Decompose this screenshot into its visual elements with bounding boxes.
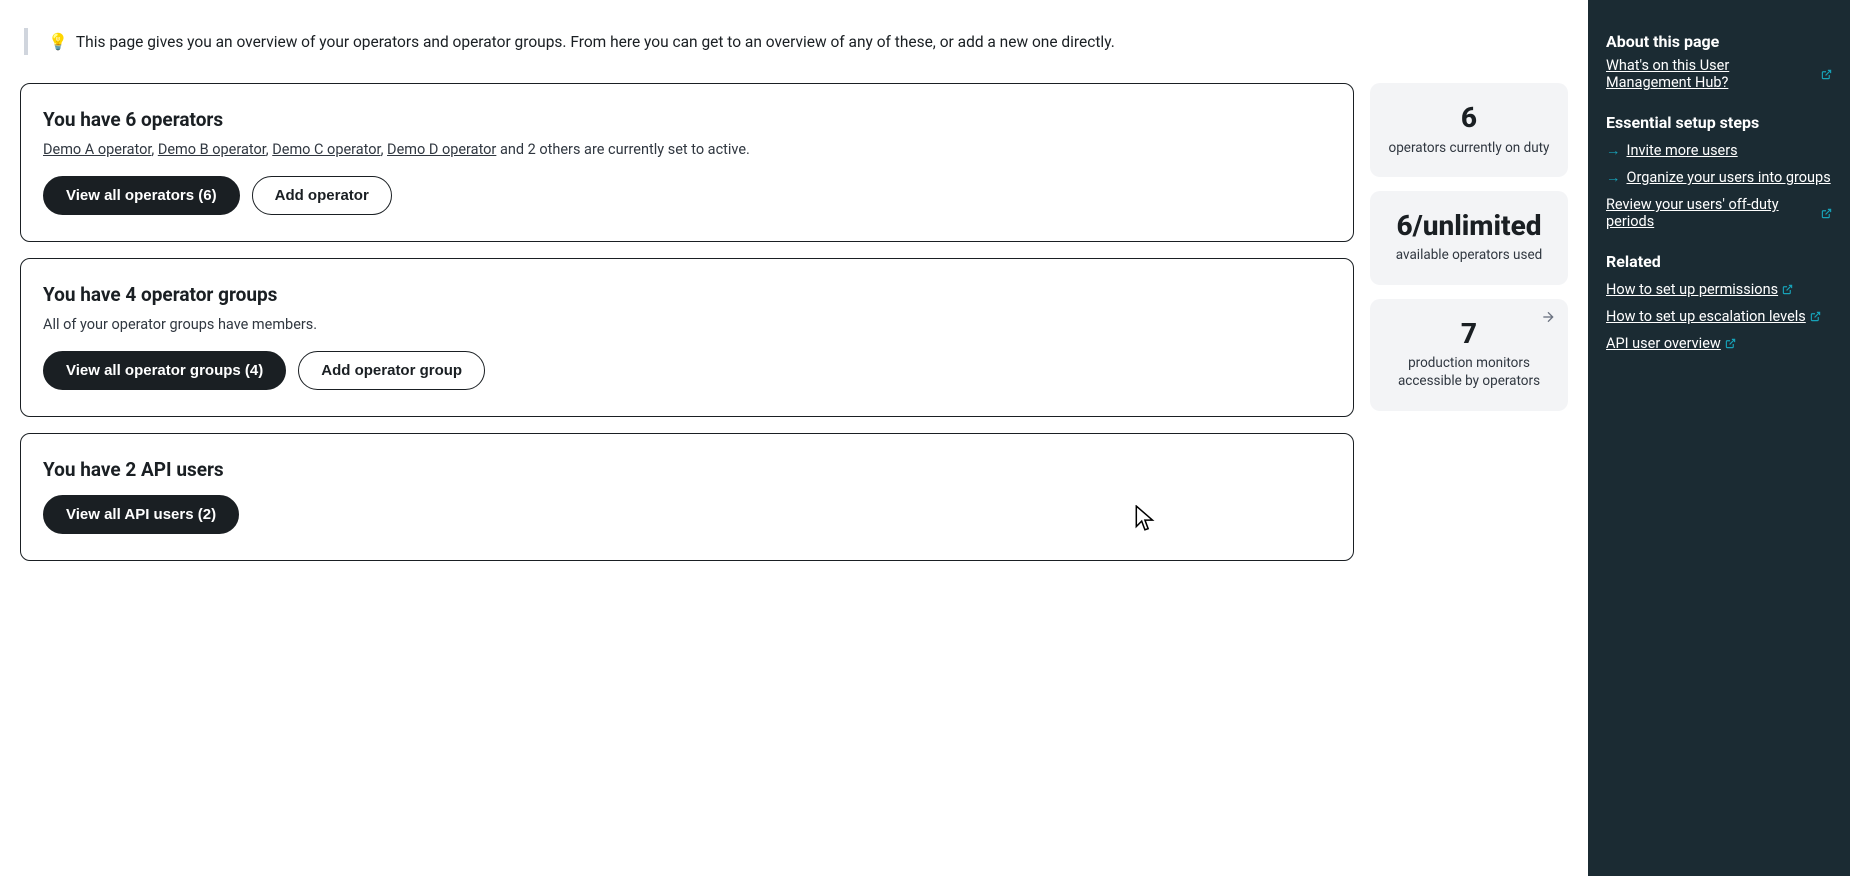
api-heading: You have 2 API users: [43, 458, 1331, 481]
external-link-icon: [1810, 311, 1821, 322]
stat-available-value: 6/unlimited: [1380, 209, 1558, 243]
related-api-overview-link[interactable]: API user overview: [1606, 335, 1736, 352]
operators-card: You have 6 operators Demo A operator, De…: [20, 83, 1354, 242]
help-sidebar: About this page What's on this User Mana…: [1588, 0, 1850, 876]
api-users-card: You have 2 API users View all API users …: [20, 433, 1354, 561]
step-organize-link[interactable]: Organize your users into groups: [1627, 169, 1831, 186]
stat-monitors-value: 7: [1380, 317, 1558, 351]
info-tip: 💡 This page gives you an overview of you…: [24, 28, 1568, 55]
groups-heading: You have 4 operator groups: [43, 283, 1331, 306]
about-link[interactable]: What's on this User Management Hub?: [1606, 57, 1832, 91]
related-permissions-link[interactable]: How to set up permissions: [1606, 281, 1793, 298]
step-offduty-link[interactable]: Review your users' off-duty periods: [1606, 196, 1832, 230]
arrow-right-icon: [1540, 309, 1556, 329]
step-invite-link[interactable]: Invite more users: [1627, 142, 1738, 159]
view-all-operators-button[interactable]: View all operators (6): [43, 176, 240, 215]
external-link-icon: [1821, 208, 1832, 219]
view-all-api-users-button[interactable]: View all API users (2): [43, 495, 239, 534]
operators-heading: You have 6 operators: [43, 108, 1331, 131]
stat-monitors[interactable]: 7 production monitors accessible by oper…: [1370, 299, 1568, 411]
operators-trailing: and 2 others are currently set to active…: [496, 141, 750, 158]
operator-link-a[interactable]: Demo A operator: [43, 141, 151, 158]
stat-on-duty-label: operators currently on duty: [1380, 139, 1558, 157]
operator-link-b[interactable]: Demo B operator: [158, 141, 266, 158]
operator-link-d[interactable]: Demo D operator: [387, 141, 496, 158]
related-escalation-link[interactable]: How to set up escalation levels: [1606, 308, 1821, 325]
stat-on-duty[interactable]: 6 operators currently on duty: [1370, 83, 1568, 177]
stat-on-duty-value: 6: [1380, 101, 1558, 135]
external-link-icon: [1725, 338, 1736, 349]
add-group-button[interactable]: Add operator group: [298, 351, 485, 390]
stat-monitors-label: production monitors accessible by operat…: [1380, 354, 1558, 390]
main-content: 💡 This page gives you an overview of you…: [0, 0, 1588, 876]
about-heading: About this page: [1606, 32, 1832, 51]
view-all-groups-button[interactable]: View all operator groups (4): [43, 351, 286, 390]
add-operator-button[interactable]: Add operator: [252, 176, 392, 215]
lightbulb-icon: 💡: [48, 32, 68, 51]
external-link-icon: [1821, 69, 1832, 80]
steps-heading: Essential setup steps: [1606, 113, 1832, 132]
operators-summary: Demo A operator, Demo B operator, Demo C…: [43, 141, 1331, 158]
arrow-bullet-icon: →: [1606, 142, 1621, 159]
stat-available[interactable]: 6/unlimited available operators used: [1370, 191, 1568, 285]
groups-desc: All of your operator groups have members…: [43, 316, 1331, 333]
external-link-icon: [1782, 284, 1793, 295]
related-heading: Related: [1606, 252, 1832, 271]
operator-groups-card: You have 4 operator groups All of your o…: [20, 258, 1354, 417]
arrow-bullet-icon: →: [1606, 169, 1621, 186]
tip-text: This page gives you an overview of your …: [76, 33, 1115, 51]
operator-link-c[interactable]: Demo C operator: [272, 141, 380, 158]
stat-available-label: available operators used: [1380, 246, 1558, 264]
